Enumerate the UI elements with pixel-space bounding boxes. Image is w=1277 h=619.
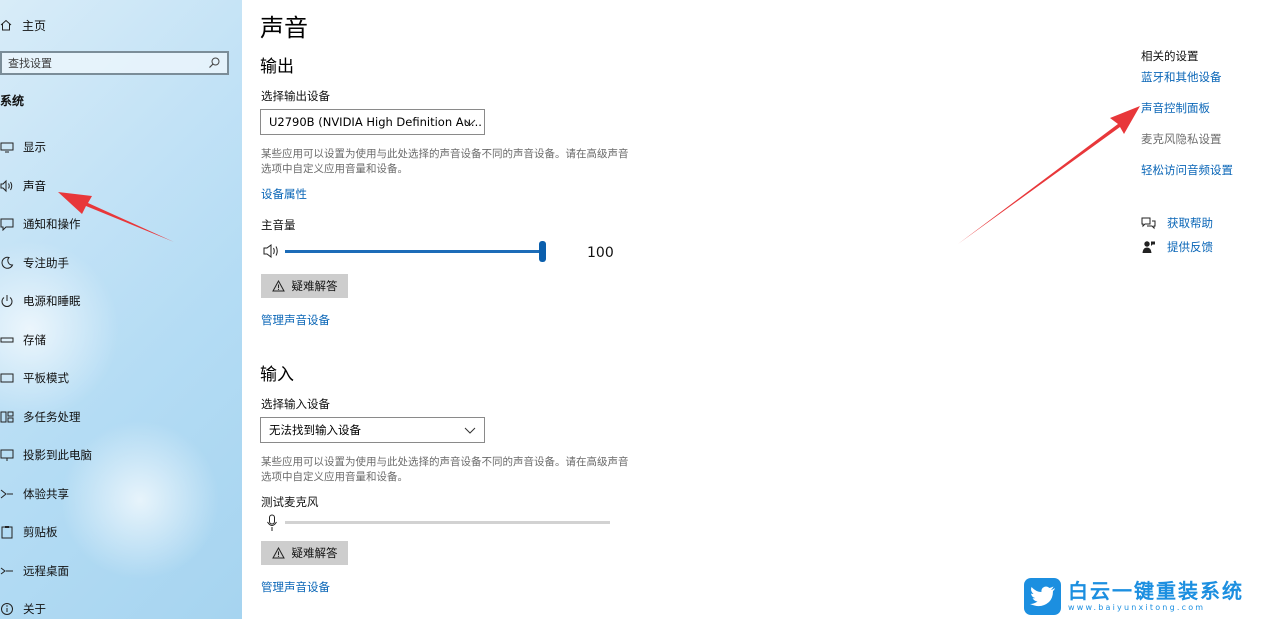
sidebar-item-label: 平板模式 bbox=[23, 371, 69, 385]
input-troubleshoot-label: 疑难解答 bbox=[291, 546, 338, 560]
moon-icon bbox=[1, 256, 14, 269]
notification-icon bbox=[0, 218, 14, 231]
sidebar-item-label: 专注助手 bbox=[23, 256, 69, 270]
sidebar-item-label: 剪贴板 bbox=[23, 525, 58, 539]
clipboard-icon bbox=[1, 526, 13, 539]
speaker-icon[interactable] bbox=[263, 243, 281, 259]
multitask-icon bbox=[0, 411, 14, 423]
sidebar-item-remote-desktop[interactable]: 远程桌面 bbox=[0, 559, 242, 583]
display-icon bbox=[0, 142, 14, 153]
sidebar-item-sound[interactable]: 声音 bbox=[0, 174, 242, 198]
test-microphone-label: 测试麦克风 bbox=[261, 495, 319, 509]
info-icon bbox=[1, 603, 13, 615]
input-device-label: 选择输入设备 bbox=[261, 397, 330, 411]
chat-help-icon bbox=[1141, 217, 1156, 229]
output-troubleshoot-button[interactable]: 疑难解答 bbox=[261, 274, 348, 298]
sidebar-item-project[interactable]: 投影到此电脑 bbox=[0, 443, 242, 467]
tablet-icon bbox=[0, 373, 14, 383]
sidebar-item-label: 体验共享 bbox=[23, 487, 69, 501]
output-heading: 输出 bbox=[260, 57, 294, 77]
warning-icon bbox=[271, 280, 285, 292]
sidebar-item-multitasking[interactable]: 多任务处理 bbox=[0, 405, 242, 429]
feedback-person-icon bbox=[1142, 240, 1155, 253]
output-description: 某些应用可以设置为使用与此处选择的声音设备不同的声音设备。请在高级声音选项中自定… bbox=[261, 148, 629, 175]
related-settings-title: 相关的设置 bbox=[1141, 49, 1199, 63]
sidebar-home-label: 主页 bbox=[22, 18, 47, 33]
give-feedback-label: 提供反馈 bbox=[1167, 240, 1213, 254]
speaker-icon bbox=[0, 179, 13, 193]
volume-slider-thumb[interactable] bbox=[539, 241, 546, 262]
give-feedback-link[interactable]: 提供反馈 bbox=[1141, 239, 1213, 255]
sidebar-item-clipboard[interactable]: 剪贴板 bbox=[0, 520, 242, 544]
sidebar-item-notifications[interactable]: 通知和操作 bbox=[0, 212, 242, 236]
sidebar-item-label: 电源和睡眠 bbox=[23, 294, 81, 308]
watermark: 白云一键重装系统 www.baiyunxitong.com bbox=[1024, 576, 1269, 616]
sidebar-item-label: 声音 bbox=[23, 179, 46, 193]
get-help-label: 获取帮助 bbox=[1167, 216, 1213, 230]
home-icon bbox=[0, 19, 12, 31]
output-device-label: 选择输出设备 bbox=[261, 89, 330, 103]
input-device-dropdown[interactable]: 无法找到输入设备 bbox=[260, 417, 485, 443]
sidebar-item-focus-assist[interactable]: 专注助手 bbox=[0, 251, 242, 275]
storage-icon bbox=[0, 337, 14, 343]
sidebar-item-display[interactable]: 显示 bbox=[0, 135, 242, 159]
microphone-level-track bbox=[285, 521, 610, 524]
sidebar-item-label: 投影到此电脑 bbox=[23, 448, 92, 462]
volume-slider-track[interactable] bbox=[285, 250, 543, 253]
warning-icon bbox=[271, 547, 285, 559]
get-help-link[interactable]: 获取帮助 bbox=[1141, 215, 1213, 231]
input-description: 某些应用可以设置为使用与此处选择的声音设备不同的声音设备。请在高级声音选项中自定… bbox=[261, 456, 629, 483]
output-troubleshoot-label: 疑难解答 bbox=[291, 279, 338, 293]
watermark-logo bbox=[1024, 577, 1061, 615]
sidebar-item-label: 通知和操作 bbox=[23, 217, 81, 231]
search-box[interactable] bbox=[0, 51, 229, 75]
master-volume-label: 主音量 bbox=[261, 218, 296, 232]
share-icon bbox=[0, 489, 13, 499]
sidebar-item-shared-experiences[interactable]: 体验共享 bbox=[0, 482, 242, 506]
sidebar-item-power[interactable]: 电源和睡眠 bbox=[0, 289, 242, 313]
input-heading: 输入 bbox=[260, 365, 294, 385]
microphone-privacy-link[interactable]: 麦克风隐私设置 bbox=[1141, 131, 1222, 147]
sidebar-item-about[interactable]: 关于 bbox=[0, 597, 242, 619]
chevron-down-icon bbox=[464, 427, 476, 434]
sound-control-panel-link[interactable]: 声音控制面板 bbox=[1141, 100, 1210, 116]
volume-slider[interactable] bbox=[263, 241, 623, 262]
project-icon bbox=[0, 449, 14, 461]
bluetooth-devices-link[interactable]: 蓝牙和其他设备 bbox=[1141, 69, 1222, 85]
input-manage-devices-link[interactable]: 管理声音设备 bbox=[261, 579, 330, 595]
sidebar-item-label: 关于 bbox=[23, 602, 46, 616]
volume-value: 100 bbox=[587, 245, 614, 261]
remote-desktop-icon bbox=[0, 567, 13, 575]
search-input[interactable] bbox=[8, 56, 207, 70]
sidebar-item-storage[interactable]: 存储 bbox=[0, 328, 242, 352]
chevron-down-icon bbox=[464, 119, 476, 126]
sidebar-item-label: 多任务处理 bbox=[23, 410, 81, 424]
ease-of-access-audio-link[interactable]: 轻松访问音频设置 bbox=[1141, 162, 1233, 178]
sidebar-item-tablet[interactable]: 平板模式 bbox=[0, 366, 242, 390]
search-icon[interactable] bbox=[207, 56, 221, 70]
sidebar: 主页 系统 显示 声音 通知和操作 专注助手 电源和睡眠 存储 平板模式 多任务… bbox=[0, 0, 242, 619]
output-manage-devices-link[interactable]: 管理声音设备 bbox=[261, 312, 330, 328]
sidebar-item-label: 远程桌面 bbox=[23, 564, 69, 578]
microphone-icon bbox=[267, 514, 277, 531]
microphone-level-meter bbox=[266, 514, 616, 532]
page-title: 声音 bbox=[260, 14, 308, 42]
watermark-title: 白云一键重装系统 bbox=[1068, 579, 1244, 603]
bird-icon bbox=[1029, 586, 1055, 607]
section-title: 系统 bbox=[0, 94, 25, 108]
input-troubleshoot-button[interactable]: 疑难解答 bbox=[261, 541, 348, 565]
watermark-url: www.baiyunxitong.com bbox=[1068, 603, 1206, 612]
sidebar-home[interactable]: 主页 bbox=[0, 14, 46, 36]
sidebar-item-label: 存储 bbox=[23, 333, 46, 347]
power-icon bbox=[1, 295, 13, 307]
sidebar-item-label: 显示 bbox=[23, 140, 46, 154]
device-properties-link[interactable]: 设备属性 bbox=[261, 186, 307, 202]
output-device-dropdown[interactable]: U2790B (NVIDIA High Definition Au... bbox=[260, 109, 485, 135]
main-content: 声音 输出 选择输出设备 U2790B (NVIDIA High Definit… bbox=[242, 0, 1277, 619]
input-device-value: 无法找到输入设备 bbox=[269, 423, 361, 437]
output-device-value: U2790B (NVIDIA High Definition Au... bbox=[269, 115, 482, 129]
